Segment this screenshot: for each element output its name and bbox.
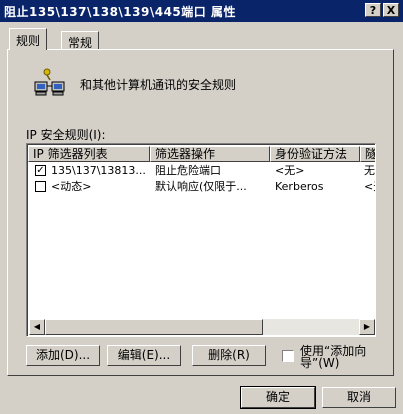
scrollbar-thumb[interactable] bbox=[45, 319, 263, 335]
cell-filter-action: 默认响应(仅限于... bbox=[155, 180, 247, 193]
cell-tunnel: 无 bbox=[364, 164, 375, 177]
scroll-left-arrow-icon[interactable]: ◀ bbox=[29, 319, 45, 335]
title-bar[interactable]: 阻止135\137\138\139\445端口 属性 ? X bbox=[0, 0, 403, 22]
column-tunnel[interactable]: 隧 bbox=[360, 146, 375, 162]
window-title: 阻止135\137\138\139\445端口 属性 bbox=[4, 5, 236, 19]
network-computers-icon bbox=[34, 68, 65, 96]
cell-filter-action: 阻止危险端口 bbox=[155, 164, 221, 177]
horizontal-scrollbar[interactable]: ◀ ▶ bbox=[29, 319, 375, 335]
ip-rules-list[interactable]: IP 筛选器列表 筛选器操作 身份验证方法 隧 ✓ 135\137\13813.… bbox=[26, 143, 376, 337]
cell-tunnel: <无 bbox=[364, 180, 375, 193]
tab-general[interactable]: 常规 bbox=[61, 31, 100, 50]
row-checkbox-checked[interactable]: ✓ bbox=[35, 165, 46, 176]
column-filter-list[interactable]: IP 筛选器列表 bbox=[28, 146, 150, 162]
cell-auth-method: Kerberos bbox=[275, 180, 324, 193]
table-row[interactable]: ✓ 135\137\13813... 阻止危险端口 <无> 无 bbox=[29, 163, 375, 179]
edit-button[interactable]: 编辑(E)... bbox=[107, 345, 181, 366]
column-filter-action[interactable]: 筛选器操作 bbox=[150, 146, 270, 162]
ok-button[interactable]: 确定 bbox=[240, 386, 316, 409]
add-button[interactable]: 添加(D)... bbox=[26, 345, 100, 366]
remove-button[interactable]: 删除(R) bbox=[192, 345, 266, 366]
close-button[interactable]: X bbox=[383, 3, 399, 17]
ip-rules-label: IP 安全规则(I): bbox=[26, 128, 106, 142]
row-checkbox-unchecked[interactable] bbox=[35, 181, 46, 192]
column-auth-method[interactable]: 身份验证方法 bbox=[270, 146, 360, 162]
table-row[interactable]: <动态> 默认响应(仅限于... Kerberos <无 bbox=[29, 179, 375, 195]
use-wizard-label[interactable]: 使用“添加向导”(W) bbox=[300, 345, 376, 369]
cell-filter-list: <动态> bbox=[51, 180, 92, 193]
help-button[interactable]: ? bbox=[365, 3, 381, 17]
rules-description: 和其他计算机通讯的安全规则 bbox=[80, 78, 237, 92]
tab-rules[interactable]: 规则 bbox=[9, 28, 48, 50]
properties-dialog: 阻止135\137\138\139\445端口 属性 ? X 规则 常规 和其他… bbox=[0, 0, 403, 414]
cell-auth-method: <无> bbox=[275, 164, 305, 177]
scroll-right-arrow-icon[interactable]: ▶ bbox=[359, 319, 375, 335]
cell-filter-list: 135\137\13813... bbox=[51, 164, 146, 177]
cancel-button[interactable]: 取消 bbox=[322, 387, 396, 408]
use-wizard-checkbox[interactable] bbox=[282, 350, 294, 362]
